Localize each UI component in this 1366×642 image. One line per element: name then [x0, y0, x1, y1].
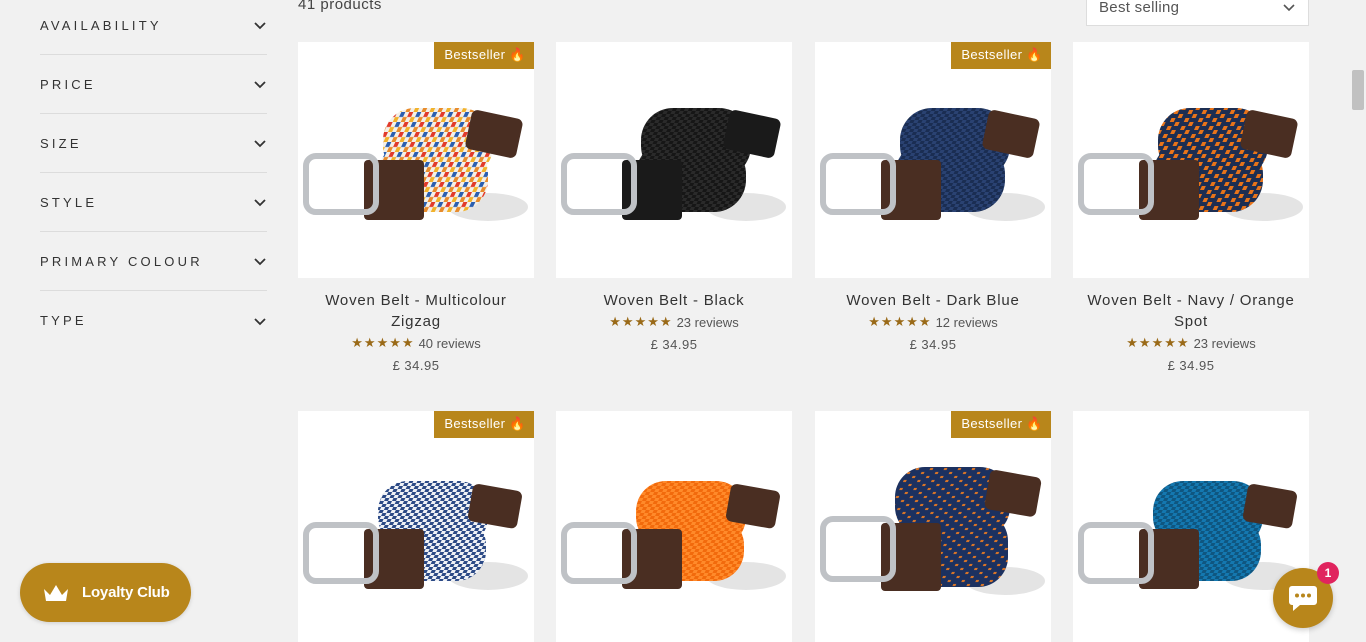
bestseller-badge: Bestseller 🔥	[951, 42, 1051, 69]
bestseller-badge: Bestseller 🔥	[434, 411, 534, 438]
chevron-down-icon	[1283, 4, 1295, 12]
review-count: 12 reviews	[935, 314, 998, 330]
filter-sidebar: AVAILABILITY PRICE SIZE STYLE PRIMARY CO…	[40, 0, 267, 350]
product-rating: ★★★★★ 23 reviews	[556, 314, 792, 330]
filter-price[interactable]: PRICE	[40, 55, 267, 114]
star-rating-icon: ★★★★★	[1126, 335, 1190, 350]
sort-value: Best selling	[1099, 0, 1180, 16]
belt-image	[561, 481, 786, 590]
belt-image	[820, 467, 1045, 595]
chevron-down-icon	[254, 22, 266, 30]
product-card[interactable]: Woven Belt - Black ★★★★★ 23 reviews £ 34…	[556, 42, 792, 352]
filter-style[interactable]: STYLE	[40, 173, 267, 232]
product-image[interactable]: Bestseller 🔥	[815, 411, 1051, 642]
fire-icon: 🔥	[509, 47, 526, 62]
loyalty-club-label: Loyalty Club	[82, 584, 170, 601]
chevron-down-icon	[254, 81, 266, 89]
product-card[interactable]: Bestseller 🔥	[815, 411, 1051, 642]
product-rating: ★★★★★ 23 reviews	[1073, 335, 1309, 351]
product-price: £ 34.95	[650, 337, 698, 352]
star-rating-icon: ★★★★★	[609, 314, 673, 329]
loyalty-club-button[interactable]: Loyalty Club	[20, 563, 191, 622]
star-rating-icon: ★★★★★	[868, 314, 932, 329]
product-count: 41 products	[298, 0, 382, 13]
chevron-down-icon	[254, 199, 266, 207]
product-title[interactable]: Woven Belt - Dark Blue	[815, 290, 1051, 311]
scrollbar-thumb[interactable]	[1352, 70, 1364, 110]
chat-bubble-icon	[1289, 586, 1317, 611]
filter-label: TYPE	[40, 313, 87, 328]
review-count: 40 reviews	[418, 335, 481, 351]
filter-size[interactable]: SIZE	[40, 114, 267, 173]
product-price: £ 34.95	[1167, 358, 1215, 373]
product-image[interactable]	[556, 42, 792, 278]
product-title[interactable]: Woven Belt - Black	[556, 290, 792, 311]
product-title[interactable]: Woven Belt - Navy / Orange Spot	[1073, 290, 1309, 332]
product-card[interactable]	[556, 411, 792, 642]
product-rating: ★★★★★ 12 reviews	[815, 314, 1051, 330]
product-image[interactable]: Bestseller 🔥	[815, 42, 1051, 278]
chevron-down-icon	[254, 258, 266, 266]
belt-image	[561, 108, 786, 221]
chevron-down-icon	[254, 140, 266, 148]
filter-label: AVAILABILITY	[40, 18, 162, 33]
product-card[interactable]: Woven Belt - Navy / Orange Spot ★★★★★ 23…	[1073, 42, 1309, 373]
filter-type[interactable]: TYPE	[40, 291, 267, 350]
product-rating: ★★★★★ 40 reviews	[298, 335, 534, 351]
fire-icon: 🔥	[1026, 47, 1043, 62]
filter-label: SIZE	[40, 135, 82, 151]
filter-label: STYLE	[40, 194, 98, 210]
crown-icon	[44, 584, 68, 601]
product-image[interactable]: Bestseller 🔥	[298, 42, 534, 278]
fire-icon: 🔥	[509, 416, 526, 431]
product-card[interactable]: Bestseller 🔥	[298, 411, 534, 642]
product-price: £ 34.95	[909, 337, 957, 352]
chevron-down-icon	[254, 317, 266, 325]
chat-button[interactable]: 1	[1273, 562, 1339, 628]
belt-image	[820, 108, 1045, 221]
product-card[interactable]: Bestseller 🔥 Woven Belt - Multicolour Zi…	[298, 42, 534, 373]
product-image[interactable]	[556, 411, 792, 642]
filter-availability[interactable]: AVAILABILITY	[40, 0, 267, 55]
bestseller-badge: Bestseller 🔥	[951, 411, 1051, 438]
fire-icon: 🔥	[1026, 416, 1043, 431]
review-count: 23 reviews	[676, 314, 739, 330]
product-card[interactable]: Bestseller 🔥 Woven Belt - Dark Blue ★★★★…	[815, 42, 1051, 352]
filter-primary-colour[interactable]: PRIMARY COLOUR	[40, 232, 267, 291]
product-image[interactable]: Bestseller 🔥	[298, 411, 534, 642]
bestseller-badge: Bestseller 🔥	[434, 42, 534, 69]
sort-select[interactable]: Best selling	[1086, 0, 1309, 26]
review-count: 23 reviews	[1193, 335, 1256, 351]
notification-badge: 1	[1317, 562, 1339, 584]
product-image[interactable]	[1073, 42, 1309, 278]
product-price: £ 34.95	[392, 358, 440, 373]
belt-image	[303, 481, 528, 590]
filter-label: PRIMARY COLOUR	[40, 253, 203, 269]
filter-label: PRICE	[40, 76, 96, 92]
belt-image	[1078, 108, 1303, 221]
product-title[interactable]: Woven Belt - Multicolour Zigzag	[298, 290, 534, 332]
star-rating-icon: ★★★★★	[351, 335, 415, 350]
belt-image	[303, 108, 528, 221]
